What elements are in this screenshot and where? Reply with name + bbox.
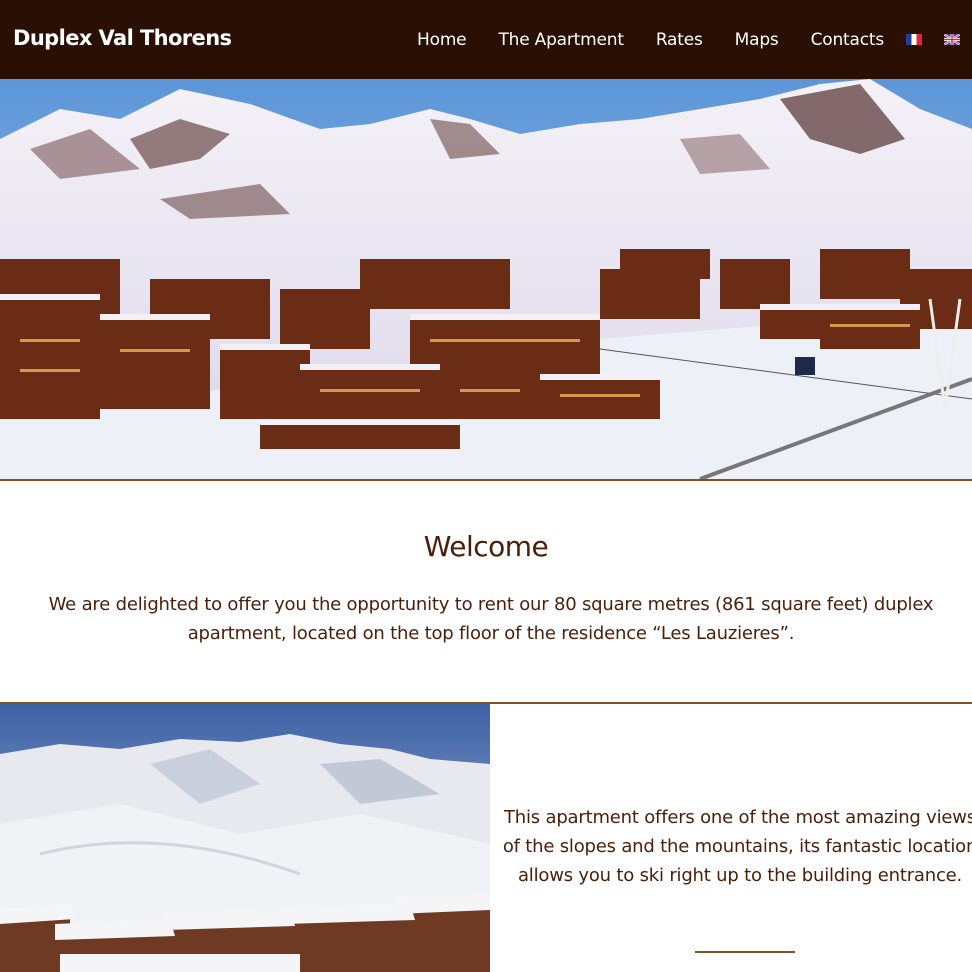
site-title[interactable]: Duplex Val Thorens [13,26,232,50]
nav-the-apartment[interactable]: The Apartment [498,30,624,50]
nav-maps[interactable]: Maps [735,30,779,50]
feature-paragraph: This apartment offers one of the most am… [502,807,972,886]
nav-contacts[interactable]: Contacts [811,30,885,50]
welcome-paragraph: We are delighted to offer you the opport… [48,594,934,644]
main-nav: Home The Apartment Rates Maps Contacts [385,0,972,79]
welcome-heading: Welcome [423,530,549,563]
site-header: Duplex Val Thorens Home The Apartment Ra… [0,0,972,79]
mountain-view-photo [0,704,490,972]
divider-top [0,479,972,481]
nav-rates[interactable]: Rates [656,30,703,50]
fr-flag-icon[interactable] [906,34,922,45]
feature-divider [695,951,795,953]
uk-flag-icon[interactable] [944,34,960,45]
nav-home[interactable]: Home [417,30,467,50]
hero-image-ski-resort [0,79,972,479]
